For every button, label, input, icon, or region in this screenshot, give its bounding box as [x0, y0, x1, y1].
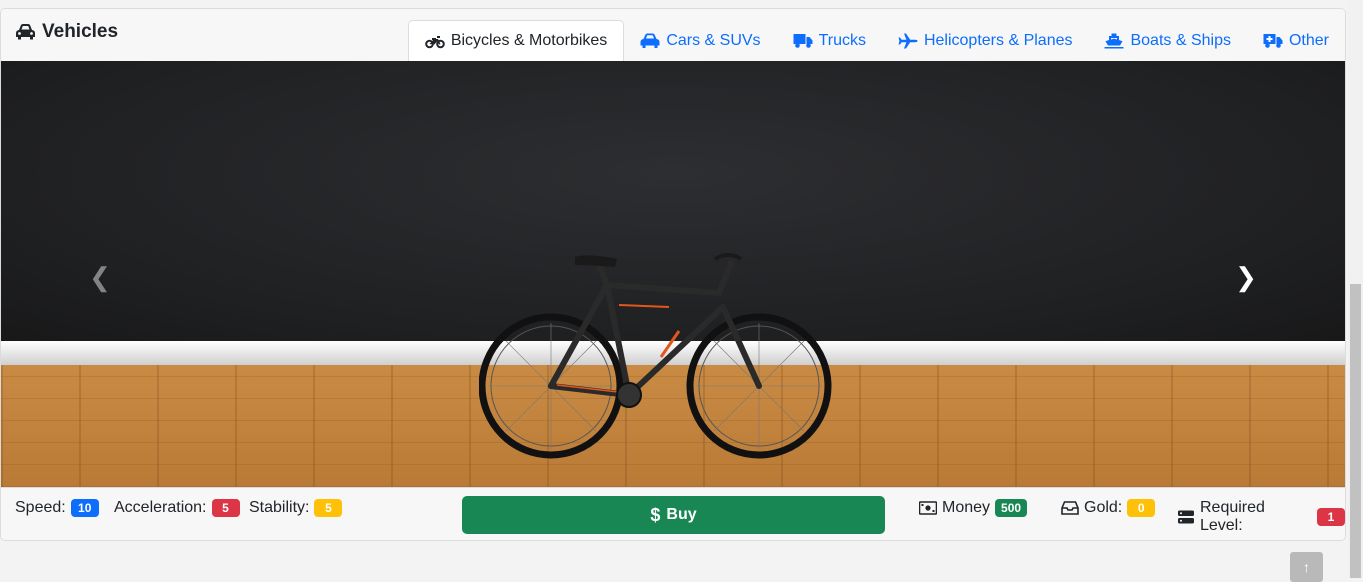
page-title: Vehicles — [15, 21, 118, 43]
gold-cost: Gold: 0 — [1061, 499, 1156, 517]
page-scrollbar[interactable] — [1348, 0, 1363, 578]
carousel-next-button[interactable]: ❯ — [1216, 257, 1276, 297]
tab-label: Other — [1288, 31, 1329, 49]
tab-trucks[interactable]: Trucks — [777, 20, 882, 61]
ship-icon — [1104, 33, 1124, 48]
car-icon — [640, 33, 660, 48]
server-icon — [1177, 510, 1194, 524]
vehicles-card: Vehicles Bicycles & Motorbikes Cars & SU… — [0, 8, 1346, 541]
vehicle-footer: Speed: 10 Acceleration: 5 Stability: 5 $… — [1, 487, 1345, 540]
tab-label: Boats & Ships — [1130, 31, 1231, 49]
carousel-prev-button[interactable]: ❮ — [70, 257, 130, 297]
acceleration-stat: Acceleration: 5 — [114, 499, 240, 517]
required-level: Required Level: 1 — [1177, 499, 1345, 535]
scrollbar-thumb[interactable] — [1350, 284, 1361, 578]
tab-bicycles-motorbikes[interactable]: Bicycles & Motorbikes — [407, 20, 625, 62]
tab-boats-ships[interactable]: Boats & Ships — [1088, 20, 1247, 61]
tab-label: Bicycles & Motorbikes — [450, 32, 608, 49]
tab-label: Cars & SUVs — [666, 31, 761, 49]
card-header: Vehicles Bicycles & Motorbikes Cars & SU… — [1, 9, 1345, 62]
buy-button[interactable]: $ Buy — [462, 496, 885, 534]
money-badge: 500 — [995, 499, 1028, 517]
speed-stat: Speed: 10 — [15, 499, 99, 517]
dollar-icon: $ — [650, 504, 661, 525]
speed-label: Speed: — [15, 499, 66, 516]
car-icon — [16, 24, 35, 40]
stability-stat: Stability: 5 — [249, 499, 343, 517]
acceleration-label: Acceleration: — [114, 499, 207, 516]
truck-icon — [793, 33, 813, 48]
money-cost: Money 500 — [919, 499, 1028, 517]
tab-cars-suvs[interactable]: Cars & SUVs — [624, 20, 776, 61]
level-label: Required Level: — [1199, 499, 1265, 534]
stability-label: Stability: — [249, 499, 310, 516]
acceleration-badge: 5 — [211, 499, 240, 517]
buy-label: Buy — [666, 506, 697, 523]
money-bill-icon — [919, 501, 937, 515]
vehicle-tabs: Bicycles & Motorbikes Cars & SUVs Trucks… — [407, 19, 1345, 62]
chevron-left-icon: ❮ — [89, 262, 111, 292]
tab-other[interactable]: Other — [1247, 20, 1345, 61]
gold-badge: 0 — [1127, 499, 1156, 517]
speed-badge: 10 — [70, 499, 99, 517]
inbox-icon — [1061, 501, 1079, 515]
title-text: Vehicles — [42, 21, 119, 42]
gold-label: Gold: — [1084, 499, 1123, 516]
level-badge: 1 — [1317, 508, 1345, 526]
truck-medical-icon — [1263, 33, 1283, 48]
chevron-right-icon: ❯ — [1235, 262, 1257, 292]
tab-label: Trucks — [818, 31, 866, 49]
money-label: Money — [942, 499, 991, 516]
bicycle-image — [479, 253, 832, 459]
plane-icon — [898, 33, 918, 48]
vehicle-carousel: ❮ ❯ — [1, 61, 1345, 487]
arrow-up-icon: ↑ — [1303, 559, 1310, 575]
stability-badge: 5 — [314, 499, 343, 517]
tab-helicopters-planes[interactable]: Helicopters & Planes — [882, 20, 1089, 61]
tab-label: Helicopters & Planes — [923, 31, 1073, 49]
motorcycle-icon — [425, 36, 445, 49]
